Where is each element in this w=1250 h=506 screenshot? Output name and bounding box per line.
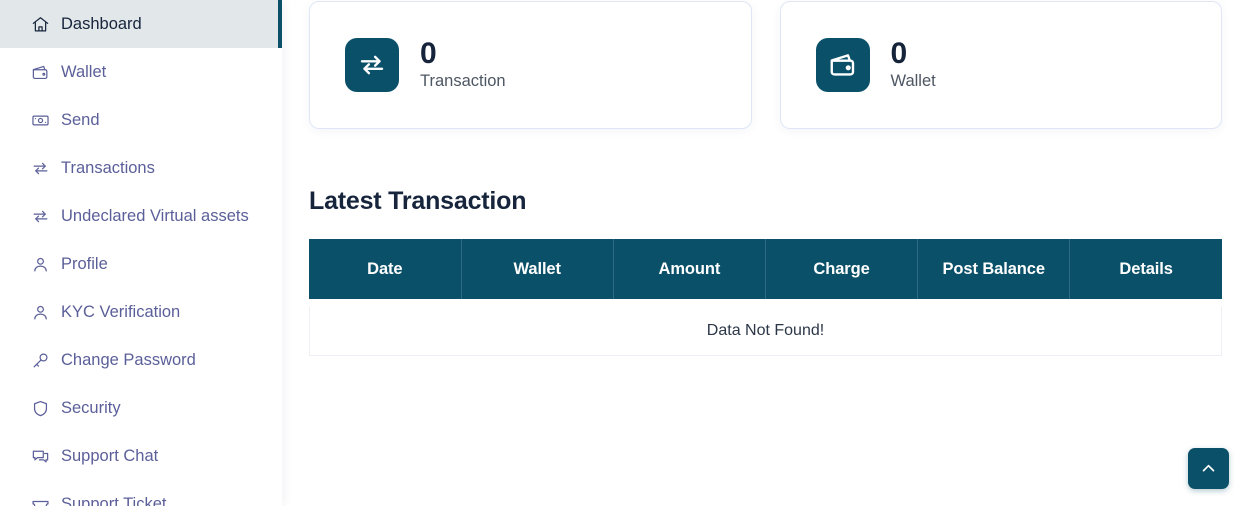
sidebar-item-label: Support Chat	[61, 446, 159, 465]
sidebar-item-transactions[interactable]: Transactions	[0, 144, 282, 192]
sidebar-item-change-password[interactable]: Change Password	[0, 336, 282, 384]
sidebar-item-wallet[interactable]: Wallet	[0, 48, 282, 96]
page-title: Latest Transaction	[309, 187, 527, 215]
sidebar-item-dashboard[interactable]: Dashboard	[0, 0, 282, 48]
stat-card-wallet[interactable]: 0 Wallet	[779, 1, 1222, 129]
sidebar-item-undeclared-virtual-assets[interactable]: Undeclared Virtual assets	[0, 192, 282, 240]
stat-label: Wallet	[890, 71, 936, 90]
user-icon	[30, 302, 50, 322]
sidebar-item-profile[interactable]: Profile	[0, 240, 282, 288]
chevron-up-icon	[1200, 460, 1217, 477]
sidebar-nav-list: Dashboard Wallet Send Transactions Undeclare…	[0, 0, 282, 506]
table-head: Date Wallet Amount Charge Post Balance Detail…	[309, 239, 1222, 299]
sidebar-item-support-chat[interactable]: Support Chat	[0, 432, 282, 480]
table-header-cell: Wallet	[461, 239, 614, 299]
sidebar-item-label: Change Password	[61, 350, 196, 369]
chat-icon	[30, 446, 50, 466]
sidebar-item-label: Support Ticket	[61, 494, 167, 506]
shield-icon	[30, 398, 50, 418]
sidebar-item-kyc-verification[interactable]: KYC Verification	[0, 288, 282, 336]
table-header-cell: Charge	[765, 239, 919, 299]
table-header-cell: Amount	[613, 239, 766, 299]
latest-transaction-table-wrapper: Date Wallet Amount Charge Post Balance Detail…	[309, 239, 1222, 356]
dashboard-page: Dashboard Wallet Send Transactions Undeclare…	[0, 0, 1250, 506]
sidebar-item-label: Send	[61, 110, 100, 129]
key-icon	[30, 350, 50, 370]
main-content: 0 Transaction 0 Wallet Latest Transaction D…	[282, 0, 1250, 506]
table-header-cell: Date	[309, 239, 462, 299]
sidebar-item-label: Security	[61, 398, 121, 417]
latest-transaction-body-table: Data Not Found!	[309, 307, 1222, 356]
sidebar-item-label: Dashboard	[61, 14, 142, 33]
scroll-to-top-button[interactable]	[1188, 448, 1229, 489]
table-gap	[309, 299, 1222, 307]
wallet-icon	[815, 38, 870, 92]
sidebar-item-label: KYC Verification	[61, 302, 181, 321]
sidebar-item-label: Transactions	[61, 158, 155, 177]
empty-message: Data Not Found!	[309, 307, 1222, 356]
stat-value: 0	[890, 37, 908, 71]
ticket-icon	[30, 494, 50, 506]
sidebar-item-send[interactable]: Send	[0, 96, 282, 144]
latest-transaction-table: Date Wallet Amount Charge Post Balance Detail…	[309, 239, 1222, 299]
sidebar-item-label: Wallet	[61, 62, 107, 81]
table-header-row: Date Wallet Amount Charge Post Balance Detail…	[309, 239, 1222, 299]
sidebar-item-label: Undeclared Virtual assets	[61, 206, 249, 225]
stat-text: 0 Transaction	[420, 38, 506, 91]
stat-card-transaction[interactable]: 0 Transaction	[309, 1, 752, 129]
wallet-icon	[30, 62, 50, 82]
sidebar: Dashboard Wallet Send Transactions Undeclare…	[0, 0, 282, 506]
stats-row: 0 Transaction 0 Wallet	[309, 0, 1222, 129]
table-header-cell: Post Balance	[917, 239, 1071, 299]
stat-value: 0	[420, 37, 437, 71]
sidebar-item-support-ticket[interactable]: Support Ticket	[0, 480, 282, 506]
banknote-icon	[30, 110, 50, 130]
table-header-cell: Details	[1069, 239, 1222, 299]
exchange-icon	[30, 158, 50, 178]
sidebar-item-security[interactable]: Security	[0, 384, 282, 432]
stat-label: Transaction	[420, 71, 506, 90]
stat-text: 0 Wallet	[891, 38, 936, 91]
exchange-icon	[345, 38, 399, 92]
home-icon	[30, 14, 50, 34]
sidebar-item-label: Profile	[61, 254, 108, 273]
table-body: Data Not Found!	[309, 307, 1222, 356]
user-icon	[30, 254, 50, 274]
exchange-icon	[30, 206, 50, 226]
table-empty-row: Data Not Found!	[309, 307, 1222, 356]
